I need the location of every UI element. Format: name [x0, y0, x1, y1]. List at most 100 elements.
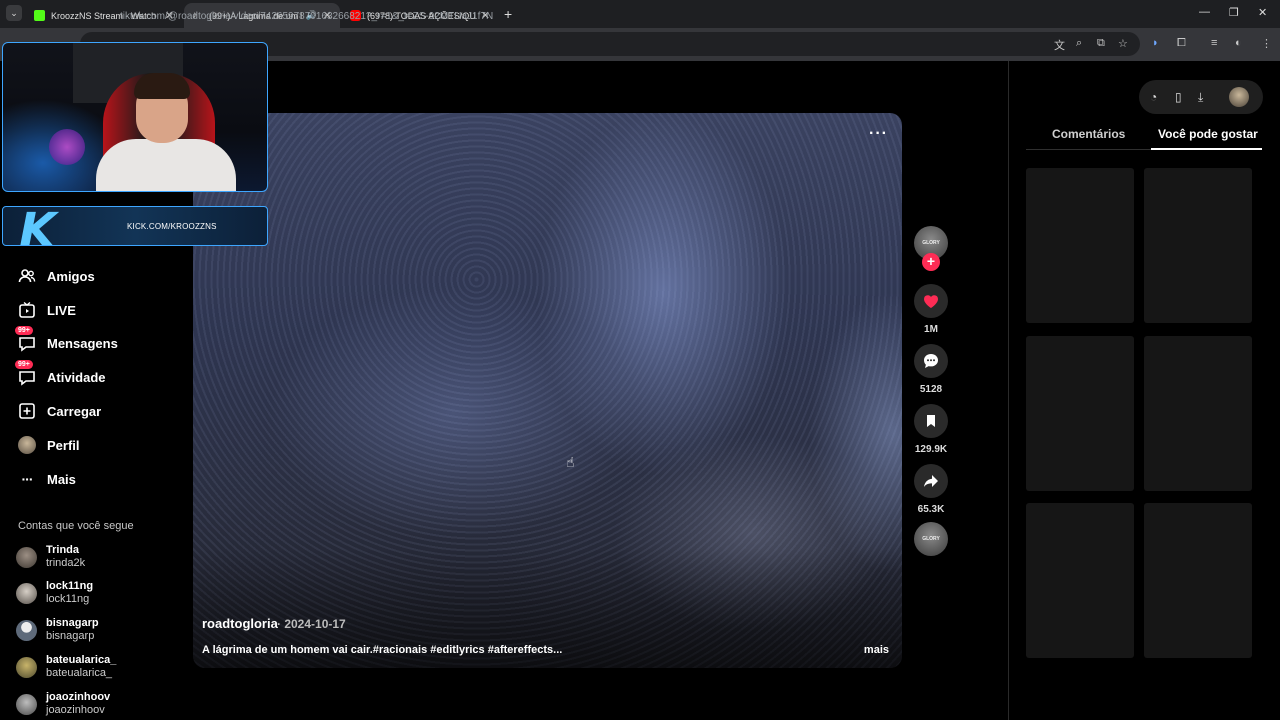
like-button[interactable]: 1M	[914, 284, 948, 335]
activity-icon: 99+	[15, 360, 36, 386]
heart-icon	[914, 284, 948, 318]
avatar	[16, 656, 37, 678]
kick-icon	[34, 10, 45, 21]
suggested-video-thumbnail[interactable]	[1026, 168, 1134, 323]
neon-heart-decoration	[49, 129, 85, 165]
sidebar-item-mais[interactable]: ··· Mais	[18, 468, 76, 490]
profile-icon[interactable]: ◐	[1235, 37, 1242, 49]
sidebar-item-label: Atividade	[47, 369, 106, 385]
tab-voce-pode-gostar[interactable]: Você pode gostar	[1158, 127, 1258, 141]
friends-icon	[18, 267, 36, 285]
save-button[interactable]: 129.9K	[914, 404, 948, 455]
extension-icon[interactable]: ◗	[1152, 37, 1159, 49]
user-avatar[interactable]	[1229, 87, 1249, 107]
install-icon[interactable]: ⧉	[1097, 37, 1105, 50]
account-handle: lock11ng	[46, 593, 90, 605]
sidebar-item-atividade[interactable]: 99+ Atividade	[15, 360, 106, 388]
hand-cursor-icon: ☝	[566, 454, 575, 470]
account-handle: joaozinhoov	[46, 704, 105, 716]
author-avatar-button[interactable]: GLORY +	[914, 226, 948, 272]
account-name: lock11ng	[46, 580, 94, 592]
more-icon: ···	[21, 471, 34, 487]
profile-avatar	[18, 436, 36, 454]
suggested-video-thumbnail[interactable]	[1144, 336, 1252, 491]
url-text[interactable]: tiktok.com/@roadtogloria/video/742659787…	[120, 11, 493, 22]
notification-badge: 99+	[15, 360, 33, 369]
save-count: 129.9K	[914, 444, 948, 455]
account-handle: trinda2k	[46, 557, 86, 569]
mobile-icon[interactable]: ▯	[1175, 90, 1182, 104]
bookmark-icon	[914, 404, 948, 438]
sidebar-item-label: Perfil	[47, 437, 80, 453]
account-name: joaozinhoov	[46, 691, 111, 703]
suggested-video-thumbnail[interactable]	[1144, 168, 1252, 323]
comment-button[interactable]: 5128	[914, 344, 948, 395]
maximize-icon[interactable]: ❐	[1229, 6, 1239, 19]
expand-description-button[interactable]: mais	[864, 644, 889, 656]
streamer-shirt	[96, 139, 236, 191]
sound-button[interactable]: GLORY	[914, 522, 948, 556]
tab-search-button[interactable]: ⌄	[6, 5, 22, 21]
gauge-icon[interactable]: ◔	[1150, 90, 1157, 104]
suggested-video-thumbnail[interactable]	[1026, 503, 1134, 658]
avatar	[16, 546, 37, 568]
notification-badge: 99+	[15, 326, 33, 335]
sidebar-item-label: Mais	[47, 471, 76, 487]
followed-account[interactable]: Trinda trinda2k	[16, 541, 85, 573]
suggested-video-thumbnail[interactable]	[1026, 336, 1134, 491]
avatar	[16, 582, 37, 604]
account-name: Trinda	[46, 544, 80, 556]
live-icon	[18, 301, 36, 319]
new-tab-button[interactable]: +	[504, 6, 512, 22]
kick-logo: K	[19, 206, 57, 246]
account-handle: bisnagarp	[46, 630, 95, 642]
sidebar-item-label: Amigos	[47, 268, 95, 284]
following-section-title: Contas que você segue	[18, 520, 134, 532]
sidebar-item-label: Mensagens	[47, 335, 118, 351]
suggested-video-thumbnail[interactable]	[1144, 503, 1252, 658]
sidebar-item-live[interactable]: LIVE	[18, 299, 76, 321]
comment-icon	[914, 344, 948, 378]
extensions-puzzle-icon[interactable]: ⧠	[1177, 37, 1186, 50]
minimize-icon[interactable]: —	[1199, 6, 1210, 18]
video-author[interactable]: roadtogloria	[202, 616, 278, 631]
zoom-icon[interactable]: ⌕	[1076, 37, 1082, 50]
download-icon[interactable]: ⤓	[1198, 90, 1203, 105]
video-player[interactable]: ··· roadtogloria · 2024-10-17 A lágrima …	[193, 113, 902, 668]
translate-icon[interactable]: 文	[1054, 37, 1065, 53]
video-date: · 2024-10-17	[277, 617, 346, 631]
account-name: bisnagarp	[46, 617, 99, 629]
followed-account[interactable]: bateualarica_ bateualarica_	[16, 651, 116, 683]
menu-icon[interactable]: ⋮	[1261, 37, 1272, 50]
sidebar-item-amigos[interactable]: Amigos	[18, 265, 95, 287]
like-count: 1M	[924, 324, 938, 335]
account-handle: bateualarica_	[46, 667, 113, 679]
tab-comentarios[interactable]: Comentários	[1052, 127, 1125, 141]
media-control-icon[interactable]: ≡	[1211, 37, 1217, 49]
comment-count: 5128	[919, 384, 943, 395]
sidebar-item-label: Carregar	[47, 403, 102, 419]
follow-plus-icon[interactable]: +	[922, 253, 940, 271]
sidebar-item-carregar[interactable]: Carregar	[18, 400, 101, 422]
followed-account[interactable]: bisnagarp bisnagarp	[16, 614, 99, 646]
followed-account[interactable]: joaozinhoov joaozinhoov	[16, 688, 110, 720]
kick-channel-url: KICK.COM/KROOZZNS	[127, 222, 217, 231]
followed-account[interactable]: lock11ng lock11ng	[16, 577, 93, 609]
sidebar-item-perfil[interactable]: Perfil	[18, 434, 80, 456]
video-options-icon[interactable]: ···	[869, 125, 888, 143]
account-name: bateualarica_	[46, 654, 117, 666]
bookmark-star-icon[interactable]: ☆	[1118, 37, 1128, 50]
streamer-hair	[134, 73, 190, 99]
share-icon	[914, 464, 948, 498]
video-description: A lágrima de um homem vai cair.#racionai…	[202, 644, 563, 656]
music-disc-icon: GLORY	[914, 522, 948, 556]
share-button[interactable]: 65.3K	[914, 464, 948, 515]
active-tab-indicator	[1151, 148, 1262, 150]
streamer-webcam	[2, 42, 268, 192]
share-count: 65.3K	[917, 504, 945, 515]
kick-banner: K KICK.COM/KROOZZNS	[2, 206, 268, 246]
close-window-icon[interactable]: ✕	[1258, 6, 1267, 19]
sidebar-item-mensagens[interactable]: 99+ Mensagens	[15, 326, 118, 354]
avatar	[16, 619, 37, 641]
messages-icon: 99+	[15, 326, 36, 352]
